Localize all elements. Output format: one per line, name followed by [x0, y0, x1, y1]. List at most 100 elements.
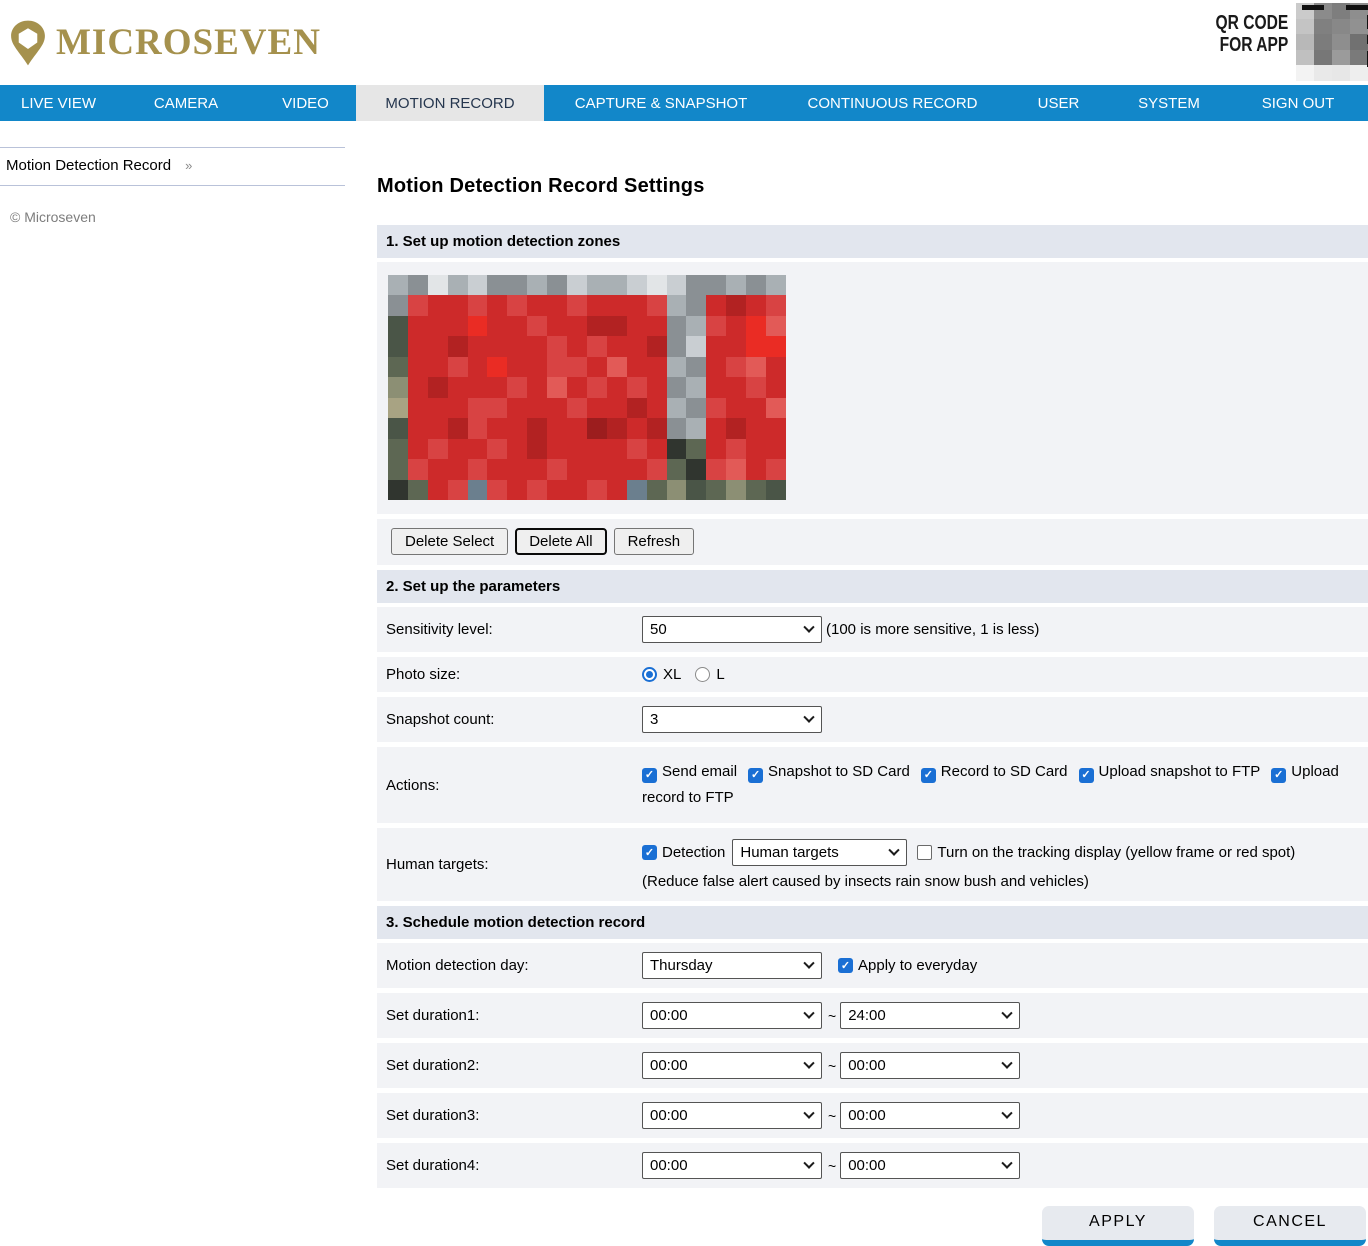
zone-pixel: [686, 479, 707, 500]
tilde-separator: ~: [828, 1007, 837, 1024]
microseven-pin-icon: [8, 19, 48, 67]
qr-pixel: [1296, 18, 1314, 35]
zone-pixel: [766, 336, 786, 357]
zone-pixel: [626, 459, 647, 480]
nav-tab-live-view[interactable]: LIVE VIEW: [0, 85, 117, 121]
zone-pixel: [567, 315, 587, 337]
zone-pixel: [766, 479, 786, 500]
zone-pixel: [606, 377, 627, 398]
zone-pixel: [706, 275, 727, 296]
nav-tab-continuous-record[interactable]: CONTINUOUS RECORD: [778, 85, 1007, 121]
photo-size-radio-l[interactable]: [695, 667, 711, 682]
zone-pixel: [467, 418, 488, 439]
cancel-button[interactable]: CANCEL: [1214, 1206, 1366, 1246]
chevron-down-icon: [803, 711, 815, 723]
tracking-display-label: Turn on the tracking display (yellow fra…: [937, 844, 1296, 861]
zone-pixel: [646, 459, 667, 480]
photo-size-radio-xl[interactable]: [642, 667, 657, 682]
zone-pixel: [447, 479, 468, 500]
zone-pixel: [487, 275, 508, 296]
nav-tab-motion-record[interactable]: MOTION RECORD: [356, 85, 544, 121]
duration4-to-select[interactable]: 00:00: [840, 1152, 1021, 1179]
zone-pixel: [646, 275, 667, 296]
zone-pixel: [447, 438, 468, 460]
duration2-to-select[interactable]: 00:00: [840, 1052, 1021, 1079]
zone-pixel: [686, 418, 707, 439]
copyright-text: © Microseven: [10, 209, 96, 225]
nav-tab-camera[interactable]: CAMERA: [117, 85, 255, 121]
chevron-right-icon: »: [185, 158, 193, 173]
zone-pixel: [746, 356, 767, 378]
duration3-to-select[interactable]: 00:00: [840, 1102, 1021, 1129]
zone-pixel: [407, 356, 428, 378]
zone-pixel: [427, 356, 448, 378]
duration3-from-select[interactable]: 00:00: [642, 1102, 822, 1129]
zone-pixel: [487, 377, 508, 398]
zone-pixel: [746, 275, 767, 296]
zone-pixel: [407, 438, 428, 460]
sensitivity-select[interactable]: 50: [642, 616, 822, 643]
tracking-display-checkbox[interactable]: [917, 845, 933, 860]
chevron-down-icon: [803, 1107, 815, 1119]
sensitivity-row: Sensitivity level: 50 (100 is more sensi…: [377, 607, 1368, 652]
nav-tab-capture-snapshot[interactable]: CAPTURE & SNAPSHOT: [544, 85, 778, 121]
zone-pixel: [746, 295, 767, 316]
motion-detection-day-select[interactable]: Thursday: [642, 952, 822, 979]
action-checkbox[interactable]: ✓: [1078, 767, 1094, 783]
duration4-from-select[interactable]: 00:00: [642, 1152, 822, 1179]
zone-pixel: [547, 418, 568, 439]
nav-tab-sign-out[interactable]: SIGN OUT: [1228, 85, 1368, 121]
action-checkbox[interactable]: ✓: [748, 767, 764, 783]
qr-pixel: [1314, 65, 1332, 81]
zone-pixel: [388, 397, 408, 419]
action-checkbox[interactable]: ✓: [1271, 767, 1287, 783]
action-checkbox[interactable]: ✓: [920, 767, 936, 783]
apply-to-everyday-checkbox[interactable]: ✓: [838, 958, 853, 973]
apply-button[interactable]: APPLY: [1042, 1206, 1194, 1246]
zone-pixel: [407, 295, 428, 316]
nav-tab-system[interactable]: SYSTEM: [1110, 85, 1228, 121]
qr-pixel: [1350, 34, 1368, 50]
zone-pixel: [746, 315, 767, 337]
zone-pixel: [606, 438, 627, 460]
sidebar: Motion Detection Record » © Microseven: [0, 121, 345, 1246]
zone-pixel: [746, 479, 767, 500]
zone-pixel: [467, 397, 488, 419]
nav-tab-user[interactable]: USER: [1007, 85, 1110, 121]
zone-pixel: [427, 438, 448, 460]
qr-label: QR CODE FOR APP: [1215, 12, 1288, 56]
zone-pixel: [586, 315, 607, 337]
zone-pixel: [586, 336, 607, 357]
human-targets-note: (Reduce false alert caused by insects ra…: [642, 873, 1089, 890]
zone-pixel: [606, 459, 627, 480]
duration1-to-select[interactable]: 24:00: [840, 1002, 1021, 1029]
tilde-separator: ~: [828, 1157, 837, 1174]
zone-pixel: [547, 315, 568, 337]
delete-select-button[interactable]: Delete Select: [391, 528, 509, 555]
motion-zone-preview-image[interactable]: [388, 275, 786, 500]
zone-pixel: [467, 479, 488, 500]
refresh-button[interactable]: Refresh: [613, 528, 695, 555]
zone-pixel: [427, 295, 448, 316]
zone-pixel: [388, 336, 408, 357]
zone-pixel: [407, 459, 428, 480]
snapshot-count-select[interactable]: 3: [642, 706, 822, 733]
snapshot-count-row: Snapshot count: 3: [377, 697, 1368, 742]
duration1-from-select[interactable]: 00:00: [642, 1002, 822, 1029]
duration2-from-select[interactable]: 00:00: [642, 1052, 822, 1079]
detection-checkbox[interactable]: ✓: [642, 845, 657, 860]
zone-pixel: [646, 315, 667, 337]
qr-pixel: [1296, 49, 1314, 66]
zone-pixel: [547, 295, 568, 316]
zone-pixel: [547, 438, 568, 460]
zone-pixel: [646, 418, 667, 439]
sidebar-item-motion-detection-record[interactable]: Motion Detection Record »: [0, 148, 345, 185]
action-checkbox[interactable]: ✓: [642, 767, 657, 783]
zone-pixel: [666, 418, 687, 439]
zone-buttons-row: Delete Select Delete All Refresh: [377, 519, 1368, 565]
human-targets-select[interactable]: Human targets: [732, 839, 908, 866]
zone-pixel: [726, 336, 747, 357]
nav-tab-video[interactable]: VIDEO: [255, 85, 356, 121]
delete-all-button[interactable]: Delete All: [515, 528, 607, 555]
zone-pixel: [487, 295, 508, 316]
